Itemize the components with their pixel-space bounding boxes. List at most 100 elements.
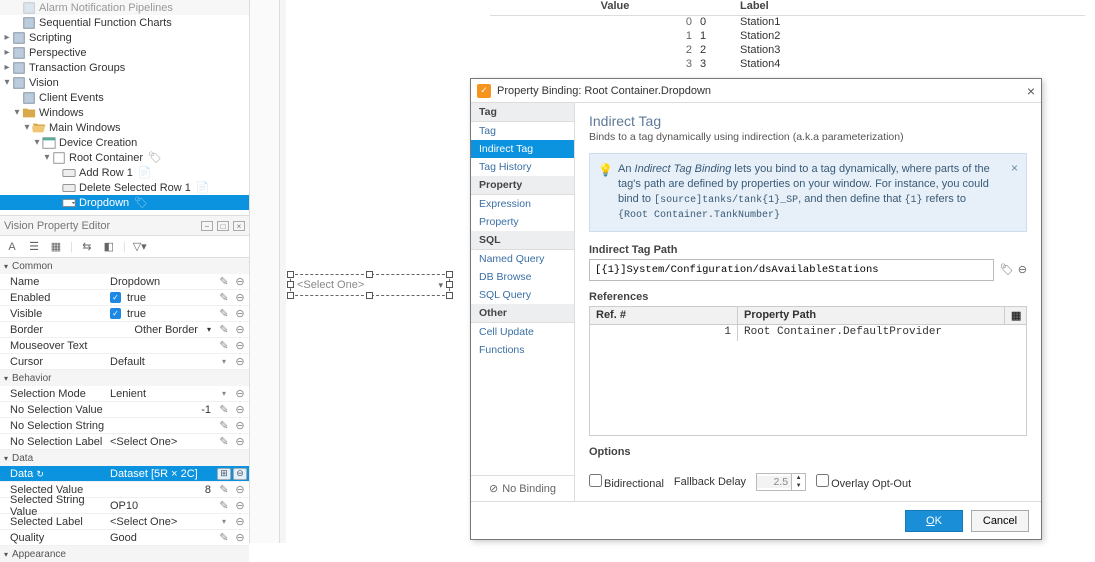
indirect-tag-path-input[interactable] [589,259,994,281]
tool-az-icon[interactable]: A [4,239,20,255]
tree-item-vision[interactable]: ▾Vision [0,75,249,90]
refresh-icon: ↻ [36,469,44,479]
spin-down-icon: ▼ [791,482,805,490]
fallback-delay-spinner[interactable]: ▲▼ [756,473,806,491]
dropdown-component[interactable]: <Select One> [290,274,450,296]
prop-selmode[interactable]: Selection ModeLenient▾⊖ [0,386,249,402]
folder-icon [22,106,36,120]
close-icon[interactable]: × [233,221,245,231]
prop-visible[interactable]: Visible✓true✎⊖ [0,306,249,322]
binding-sql-query[interactable]: SQL Query [471,286,574,304]
prop-noss[interactable]: No Selection String✎⊖ [0,418,249,434]
tag-browse-icon[interactable]: 🏷 [1000,263,1014,276]
tree-item-root-container[interactable]: ▾Root Container🏷 [0,150,249,165]
minimize-icon[interactable]: − [201,221,213,231]
prop-nosv[interactable]: No Selection Value-1✎⊖ [0,402,249,418]
property-editor-title: Vision Property Editor [4,220,110,232]
tree-item-transaction-groups[interactable]: ▸Transaction Groups [0,60,249,75]
binding-tag-history[interactable]: Tag History [471,158,574,176]
tree-item-dropdown[interactable]: Dropdown🏷 [0,195,249,210]
overlay-optout-checkbox[interactable]: Overlay Opt-Out [816,474,911,490]
tree-item-scripting[interactable]: ▸Scripting [0,30,249,45]
binding-functions[interactable]: Functions [471,341,574,359]
property-editor: Vision Property Editor − □ × A ☰ ▦ | ⇆ ◧… [0,216,250,543]
binding-subheading: Binds to a tag dynamically using indirec… [589,131,1027,143]
window-icon [42,136,56,150]
tool-db-icon[interactable]: ▦ [48,239,64,255]
script-indicator-icon: 📄 [138,166,152,179]
prop-enabled[interactable]: Enabled✓true✎⊖ [0,290,249,306]
pipeline-icon [22,1,36,15]
dialog-titlebar[interactable]: ✓ Property Binding: Root Container.Dropd… [471,79,1041,103]
cancel-button[interactable]: Cancel [971,510,1029,532]
tree-item-alarm-notification-pipelines[interactable]: Alarm Notification Pipelines [0,0,249,15]
ok-button[interactable]: OK [905,510,963,532]
vertical-ruler [280,0,286,543]
tag-indicator-icon: 🏷 [148,151,162,164]
tool-udt-icon[interactable]: ◧ [101,239,117,255]
binding-indirect-tag[interactable]: Indirect Tag [471,140,574,158]
fallback-delay-label: Fallback Delay [674,476,746,488]
property-browse-icon[interactable]: ⊖ [1018,263,1027,276]
table-row[interactable]: 11Station2 [490,30,1085,44]
reference-row[interactable]: 1Root Container.DefaultProvider [590,325,1026,341]
binding-named-query[interactable]: Named Query [471,250,574,268]
tree-item-perspective[interactable]: ▸Perspective [0,45,249,60]
tool-expand-icon[interactable]: ⇆ [79,239,95,255]
binding-db-browse[interactable]: DB Browse [471,268,574,286]
table-row[interactable]: 33Station4 [490,58,1085,72]
property-editor-header: Vision Property Editor − □ × [0,216,249,236]
binding-tag[interactable]: Tag [471,122,574,140]
binding-heading: Indirect Tag [589,113,1027,129]
path-label: Indirect Tag Path [589,244,1027,256]
bidirectional-checkbox[interactable]: Bidirectional [589,474,664,490]
prop-border[interactable]: BorderOther Border▾✎⊖ [0,322,249,338]
dataset-editor-icon: ⊞ [217,468,231,480]
checkbox-checked-icon: ✓ [110,292,121,303]
info-close-icon[interactable]: × [1011,160,1018,176]
ref-col-path: Property Path [738,307,1004,324]
restore-icon[interactable]: □ [217,221,229,231]
tree-item-sequential-function-charts[interactable]: Sequential Function Charts [0,15,249,30]
binding-cell-update[interactable]: Cell Update [471,323,574,341]
txn-icon [12,61,26,75]
table-row[interactable]: 00Station1 [490,16,1085,30]
spin-up-icon: ▲ [791,474,805,482]
tree-item-device-creation[interactable]: ▾Device Creation [0,135,249,150]
cat-common[interactable]: Common [0,258,249,274]
prop-cursor[interactable]: CursorDefault▾⊖ [0,354,249,370]
binding-expression[interactable]: Expression [471,195,574,213]
prohibit-icon: ⊘ [489,482,498,495]
cat-appearance[interactable]: Appearance [0,546,249,562]
dialog-close-button[interactable]: × [1027,83,1035,99]
prop-sell[interactable]: Selected Label<Select One>▾⊖ [0,514,249,530]
prop-mouseover[interactable]: Mouseover Text✎⊖ [0,338,249,354]
ref-col-num: Ref. # [590,307,738,324]
tree-item-add-row-1[interactable]: Add Row 1📄 [0,165,249,180]
tree-item-main-windows[interactable]: ▾Main Windows [0,120,249,135]
lightbulb-icon: 💡 [598,162,613,178]
tree-item-delete-selected-row-1[interactable]: Delete Selected Row 1📄 [0,180,249,195]
prop-quality[interactable]: QualityGood✎⊖ [0,530,249,546]
project-nav-tree[interactable]: Alarm Notification PipelinesSequential F… [0,0,250,216]
prop-selsv[interactable]: Selected String ValueOP10✎⊖ [0,498,249,514]
checkbox-checked-icon: ✓ [110,308,121,319]
tree-item-client-events[interactable]: Client Events [0,90,249,105]
cat-behavior[interactable]: Behavior [0,370,249,386]
btn-icon [62,166,76,180]
no-binding-button[interactable]: ⊘No Binding [471,475,574,501]
prop-name[interactable]: NameDropdown✎⊖ [0,274,249,290]
prop-data[interactable]: Data ↻Dataset [5R × 2C]⊞⊖ [0,466,249,482]
prop-nosl[interactable]: No Selection Label<Select One>✎⊖ [0,434,249,450]
tool-cat-icon[interactable]: ☰ [26,239,42,255]
canvas-gutter [250,0,280,543]
binding-property[interactable]: Property [471,213,574,231]
ref-col-browse-icon[interactable]: ▦ [1004,307,1026,324]
references-table: Ref. # Property Path ▦ 1Root Container.D… [589,306,1027,436]
tree-item-windows[interactable]: ▾Windows [0,105,249,120]
binding-icon: ⊖ [233,468,247,480]
cat-data[interactable]: Data [0,450,249,466]
table-row[interactable]: 22Station3 [490,44,1085,58]
tool-filter-icon[interactable]: ▽▾ [132,239,148,255]
script-indicator-icon: 📄 [196,181,210,194]
